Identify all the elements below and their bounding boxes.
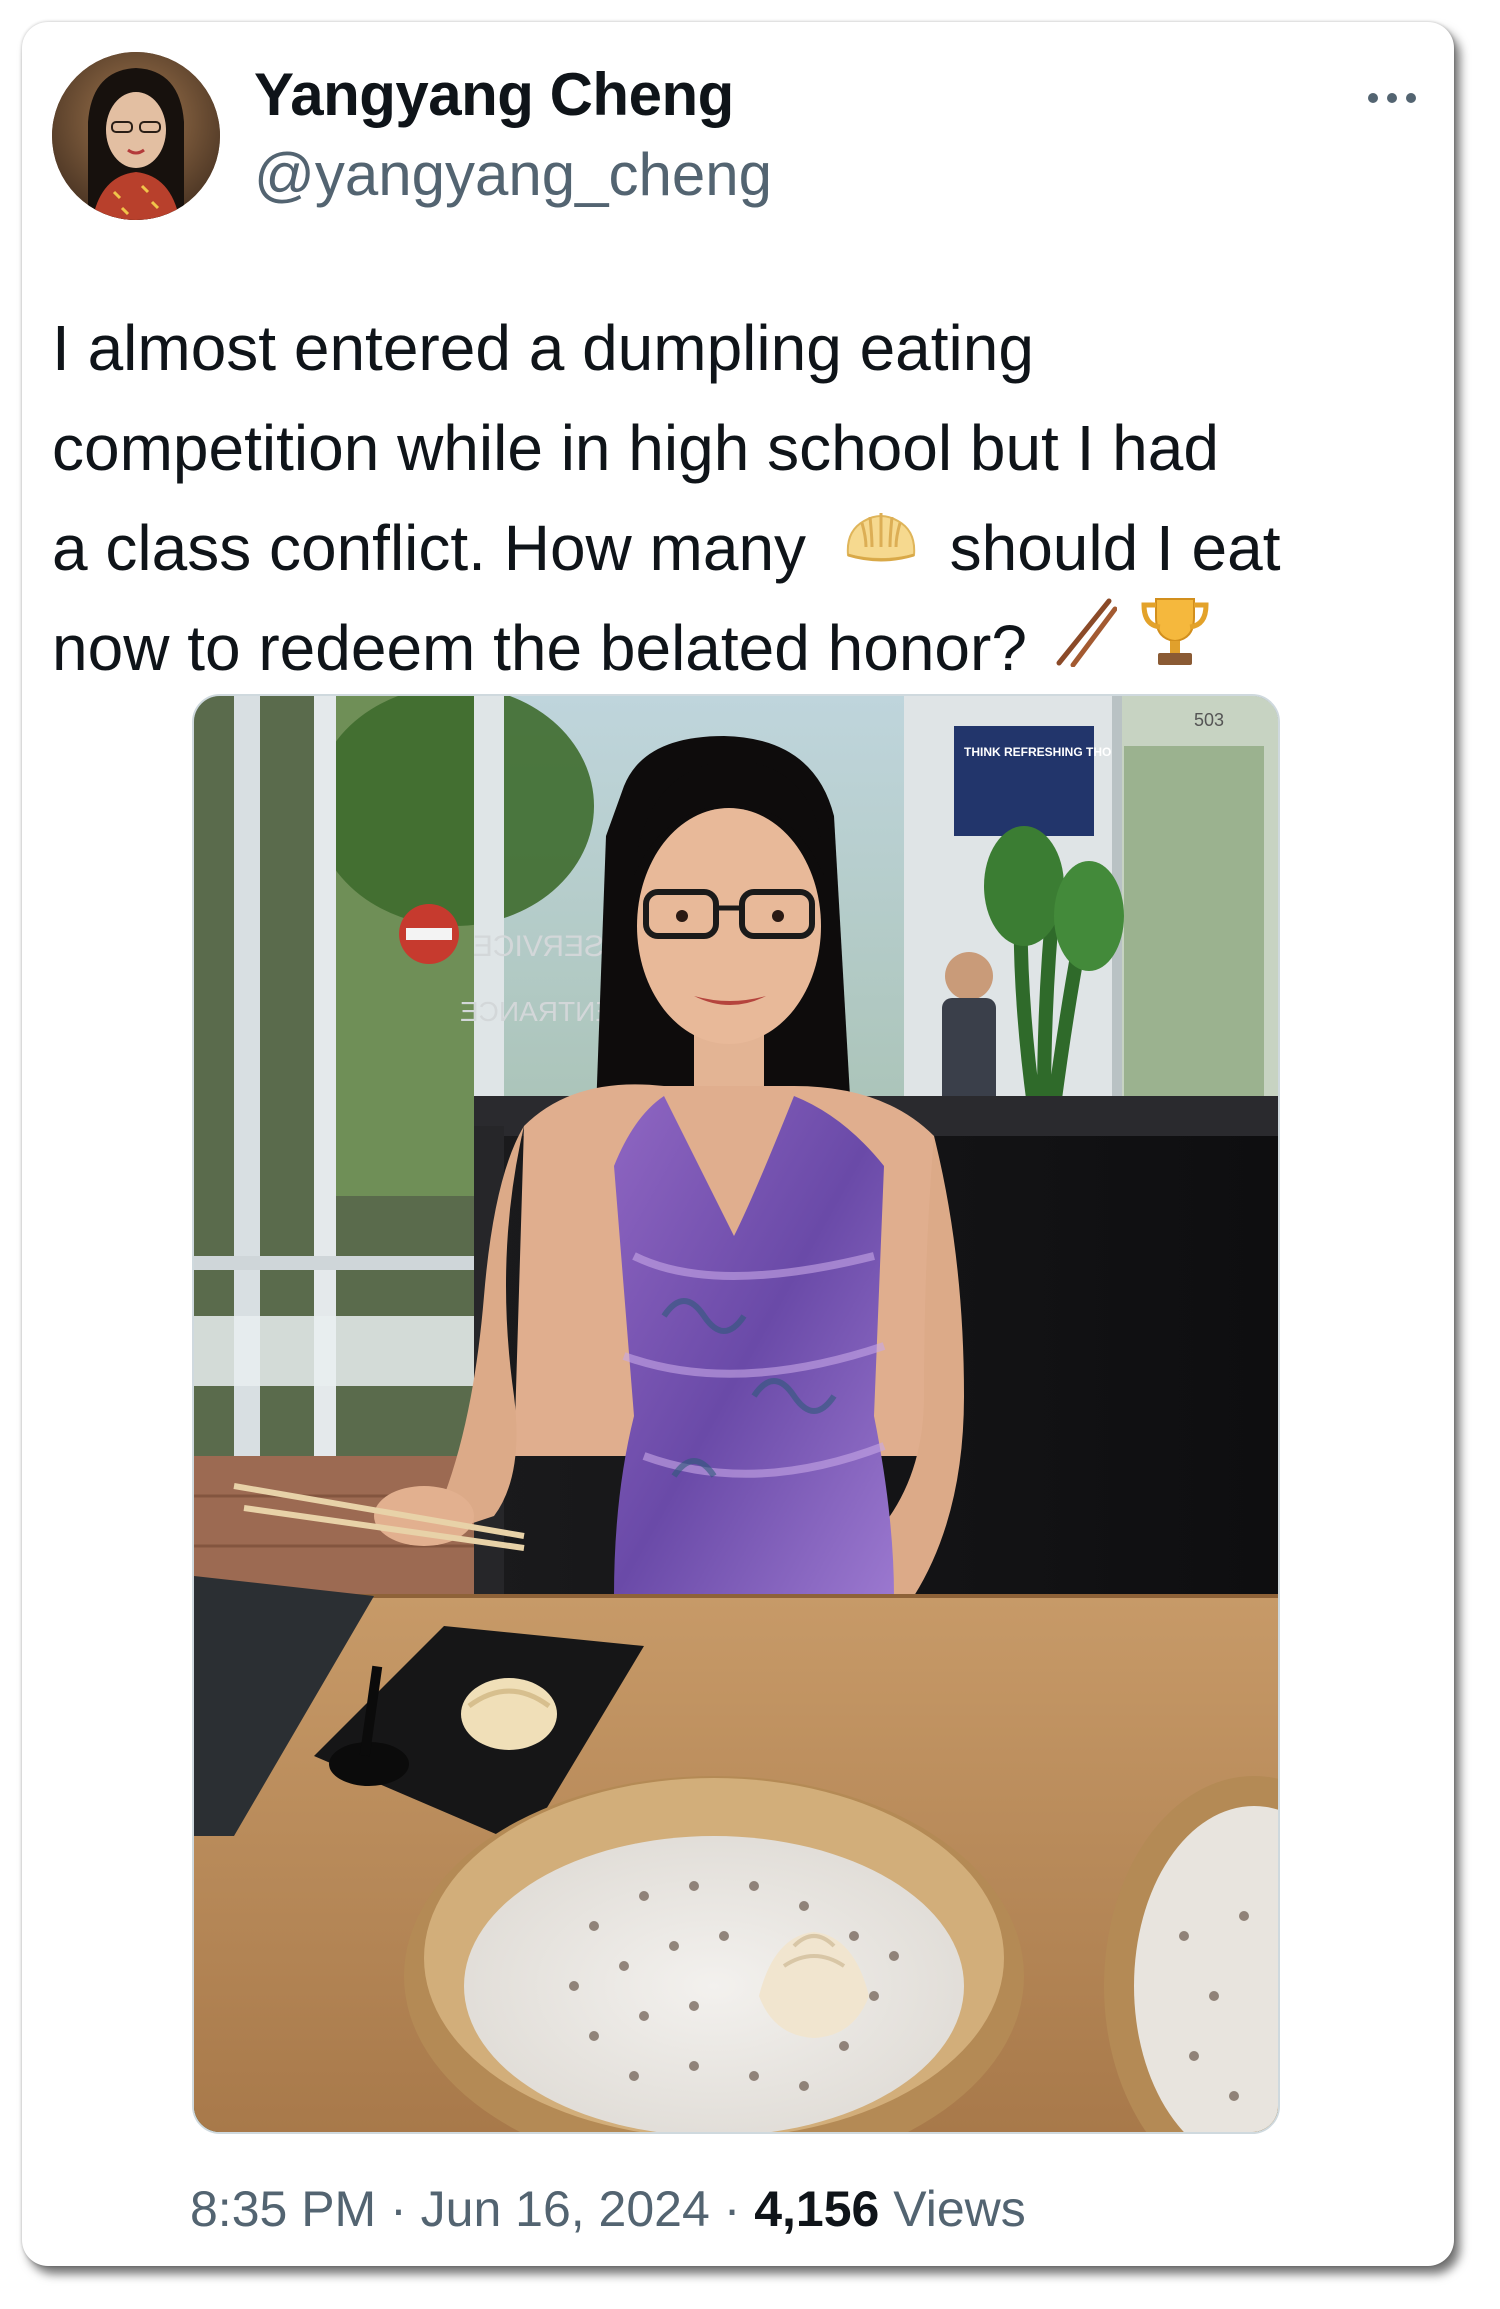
views-label: Views — [893, 2181, 1026, 2237]
author-avatar[interactable] — [52, 52, 220, 220]
tweet-text-segment: should I eat — [949, 512, 1281, 584]
author-display-name[interactable]: Yangyang Cheng — [254, 60, 734, 129]
tweet-text-line: I almost entered a dumpling eating — [52, 312, 1034, 384]
tweet-photo[interactable]: SERVICE ENTRANCE THINK REFRESHING THOUGH… — [192, 694, 1280, 2134]
chopsticks-icon — [1053, 595, 1118, 695]
tweet-text: I almost entered a dumpling eating compe… — [52, 298, 1452, 698]
ellipsis-icon — [1387, 93, 1397, 103]
trophy-icon — [1140, 593, 1210, 697]
author-handle[interactable]: @yangyang_cheng — [254, 140, 772, 209]
tweet-date[interactable]: Jun 16, 2024 — [421, 2181, 710, 2237]
tweet-text-line: a class conflict. How many should I eat — [52, 498, 1452, 598]
tweet-metadata: 8:35 PM · Jun 16, 2024 · 4,156 Views — [190, 2180, 1026, 2238]
ellipsis-icon — [1368, 93, 1378, 103]
tweet-card: Yangyang Cheng @yangyang_cheng I almost … — [22, 22, 1454, 2266]
meta-separator: · — [376, 2181, 421, 2237]
views-count: 4,156 — [754, 2181, 880, 2237]
meta-separator: · — [709, 2181, 755, 2237]
tweet-text-line: competition while in high school but I h… — [52, 412, 1219, 484]
tweet-text-line: now to redeem the belated honor? — [52, 598, 1452, 698]
door-number-text: 503 — [1194, 710, 1224, 730]
ellipsis-icon — [1406, 93, 1416, 103]
tweet-text-segment: a class conflict. How many — [52, 512, 807, 584]
dumpling-icon — [842, 495, 920, 595]
door-sign-text: ENTRANCE — [460, 996, 614, 1027]
door-sign-text: SERVICE — [473, 930, 604, 963]
tweet-text-segment: now to redeem the belated honor? — [52, 612, 1027, 684]
tweet-time[interactable]: 8:35 PM — [190, 2181, 376, 2237]
more-options-button[interactable] — [1352, 78, 1432, 118]
